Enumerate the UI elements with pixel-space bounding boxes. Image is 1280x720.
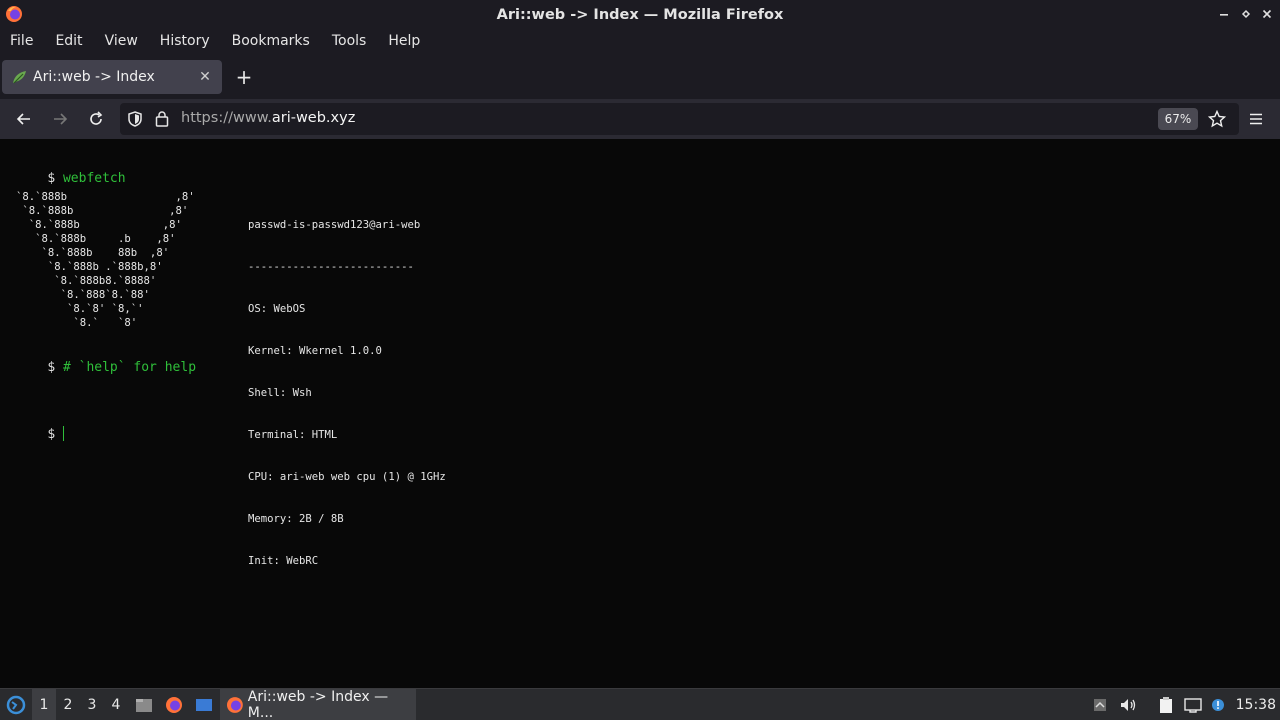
- leaf-favicon-icon: [13, 71, 26, 84]
- tab-strip: Ari::web -> Index ✕ +: [0, 53, 1280, 99]
- navigation-bar: https://www.ari-web.xyz 67%: [0, 99, 1280, 139]
- chevron-up-icon: [1094, 699, 1106, 711]
- reload-button[interactable]: [84, 107, 108, 131]
- network-icon: [1184, 698, 1202, 713]
- forward-arrow-icon: [54, 113, 68, 125]
- url-text[interactable]: https://www.ari-web.xyz: [181, 110, 355, 126]
- info-memory: Memory: 2B / 8B: [248, 513, 344, 525]
- back-arrow-icon: [16, 113, 30, 125]
- info-user-host: passwd-is-passwd123@ari-web: [248, 219, 421, 231]
- url-scheme: https://www.: [181, 110, 272, 126]
- workspace-2[interactable]: 2: [56, 689, 80, 720]
- clipboard-button[interactable]: [1155, 689, 1177, 720]
- menu-file[interactable]: File: [0, 33, 44, 49]
- prompt-symbol: $: [47, 427, 56, 442]
- workspace-4[interactable]: 4: [104, 689, 128, 720]
- url-bar[interactable]: https://www.ari-web.xyz 67%: [120, 103, 1239, 135]
- menu-history[interactable]: History: [149, 33, 221, 49]
- firefox-icon: [226, 697, 243, 713]
- tray-expand-button[interactable]: [1090, 689, 1110, 720]
- menu-edit[interactable]: Edit: [44, 33, 93, 49]
- taskbar: 1 2 3 4 Ari::web -> Index — M... 15:38: [0, 688, 1280, 720]
- workspace-3[interactable]: 3: [80, 689, 104, 720]
- file-manager-launcher[interactable]: [133, 689, 155, 720]
- info-init: Init: WebRC: [248, 555, 319, 567]
- comment-text: # `help` for help: [62, 360, 197, 375]
- info-separator: --------------------------: [248, 261, 414, 273]
- prompt-symbol: $: [47, 360, 56, 375]
- tracking-shield-icon[interactable]: [127, 111, 143, 127]
- command-line-2: $ # `help` for help: [16, 345, 196, 390]
- url-domain: ari-web.xyz: [271, 110, 356, 126]
- lock-icon[interactable]: [155, 110, 169, 127]
- minimize-icon[interactable]: [1216, 6, 1232, 22]
- speaker-icon: [1121, 699, 1136, 711]
- firefox-launcher[interactable]: [163, 689, 185, 720]
- desktop-icon: [196, 699, 212, 711]
- menu-tools[interactable]: Tools: [321, 33, 378, 49]
- info-shell: Shell: Wsh: [248, 387, 312, 399]
- menu-view[interactable]: View: [94, 33, 149, 49]
- clipboard-icon: [1160, 697, 1172, 713]
- hamburger-menu-icon: [1250, 113, 1262, 125]
- taskbar-task-firefox[interactable]: Ari::web -> Index — M...: [220, 689, 416, 720]
- menu-help[interactable]: Help: [377, 33, 431, 49]
- network-button[interactable]: [1182, 689, 1204, 720]
- tab-ari-web[interactable]: Ari::web -> Index ✕: [2, 60, 222, 94]
- system-info: passwd-is-passwd123@ari-web ------------…: [248, 190, 446, 596]
- prompt-symbol: $: [47, 171, 56, 186]
- close-icon[interactable]: [1259, 6, 1275, 22]
- workspace-1[interactable]: 1: [32, 689, 56, 720]
- forward-button[interactable]: [48, 107, 72, 131]
- menu-bookmarks[interactable]: Bookmarks: [221, 33, 321, 49]
- task-label: Ari::web -> Index — M...: [247, 689, 389, 720]
- show-desktop-button[interactable]: [193, 689, 215, 720]
- star-icon: [1208, 110, 1226, 128]
- firefox-icon: [166, 697, 182, 713]
- restore-icon[interactable]: [1238, 6, 1254, 22]
- notification-button[interactable]: [1208, 689, 1228, 720]
- window-titlebar: Ari::web -> Index — Mozilla Firefox: [0, 0, 1280, 29]
- window-title: Ari::web -> Index — Mozilla Firefox: [496, 6, 784, 23]
- info-kernel: Kernel: Wkernel 1.0.0: [248, 345, 382, 357]
- tab-title: Ari::web -> Index: [33, 69, 155, 85]
- text-cursor: [63, 426, 65, 441]
- info-cpu: CPU: ari-web web cpu (1) @ 1GHz: [248, 471, 446, 483]
- info-terminal: Terminal: HTML: [248, 429, 338, 441]
- folder-icon: [136, 699, 152, 712]
- taskbar-clock[interactable]: 15:38: [1236, 689, 1276, 720]
- start-menu-button[interactable]: [4, 689, 28, 720]
- ascii-logo: `8.`888b ,8' `8.`888b ,8' `8.`888b ,8' `…: [16, 191, 195, 329]
- back-button[interactable]: [12, 107, 36, 131]
- info-os: OS: WebOS: [248, 303, 306, 315]
- bookmark-star-button[interactable]: [1205, 107, 1229, 131]
- lxqt-start-icon: [6, 695, 26, 715]
- input-line[interactable]: $: [16, 411, 65, 457]
- menu-bar: File Edit View History Bookmarks Tools H…: [0, 29, 1280, 53]
- tab-close-icon[interactable]: ✕: [196, 68, 214, 86]
- zoom-level-badge[interactable]: 67%: [1158, 108, 1198, 130]
- info-notification-icon: [1212, 699, 1224, 711]
- app-menu-button[interactable]: [1244, 107, 1268, 131]
- command-text: webfetch: [62, 171, 126, 186]
- reload-icon: [90, 111, 103, 125]
- volume-button[interactable]: [1117, 689, 1139, 720]
- new-tab-button[interactable]: +: [233, 65, 255, 89]
- terminal-page[interactable]: $ webfetch `8.`888b ,8' `8.`888b ,8' `8.…: [0, 139, 1280, 688]
- firefox-icon: [6, 6, 22, 22]
